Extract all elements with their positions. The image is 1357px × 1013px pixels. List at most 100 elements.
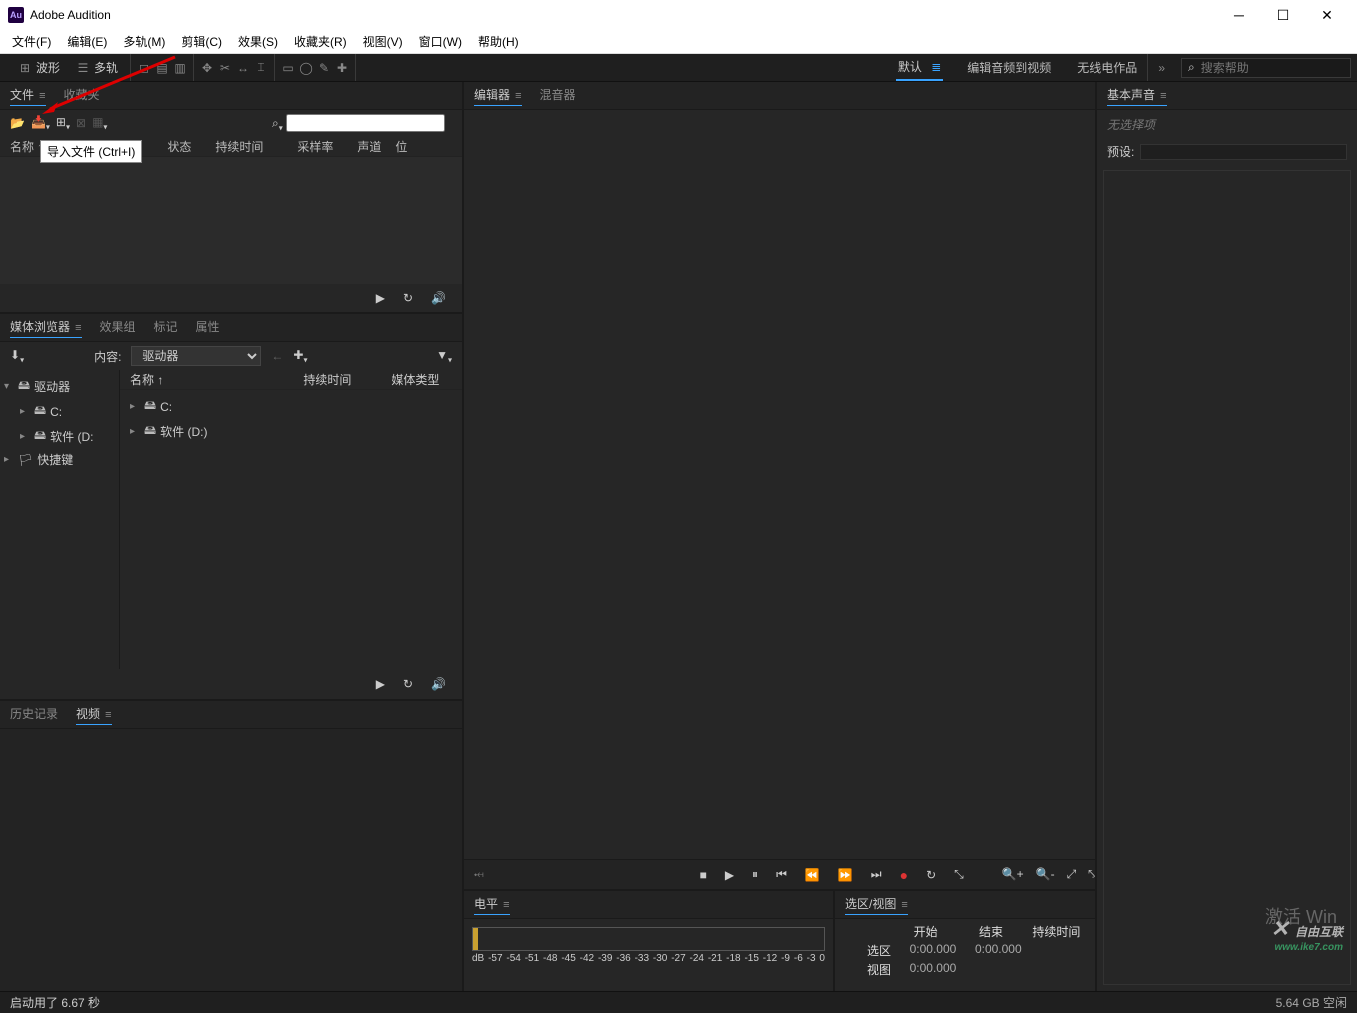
forward-button[interactable]: ⏩ bbox=[838, 868, 853, 882]
panel-menu-icon[interactable]: ≡ bbox=[500, 899, 509, 911]
pause-button[interactable]: ⏸ bbox=[752, 867, 758, 882]
slip-tool-icon[interactable]: ↔ bbox=[236, 61, 250, 75]
panel-menu-icon[interactable]: ≡ bbox=[102, 709, 111, 721]
window-minimize-button[interactable]: ─ bbox=[1217, 1, 1261, 29]
list-item[interactable]: ▸🖴C: bbox=[128, 394, 454, 419]
window-maximize-button[interactable]: ☐ bbox=[1261, 1, 1305, 29]
tab-markers[interactable]: 标记 bbox=[154, 318, 178, 337]
workspace-edit-audio-to-video[interactable]: 编辑音频到视频 bbox=[965, 55, 1053, 80]
hud-icon[interactable]: ◻ bbox=[137, 61, 151, 75]
panel-menu-icon[interactable]: ≡ bbox=[512, 90, 521, 102]
tab-essential-sound[interactable]: 基本声音 ≡ bbox=[1107, 86, 1167, 106]
menu-edit[interactable]: 编辑(E) bbox=[59, 30, 115, 53]
rewind-far-icon[interactable]: ⤟ bbox=[474, 867, 484, 882]
waveform-mode-button[interactable]: ⊞ 波形 bbox=[12, 57, 66, 78]
tab-media-browser[interactable]: 媒体浏览器 ≡ bbox=[10, 318, 82, 338]
tree-item[interactable]: ▾🖴驱动器 bbox=[2, 374, 117, 399]
loop-preview-icon[interactable]: ↻ bbox=[403, 291, 413, 305]
content-dropdown[interactable]: 驱动器 bbox=[131, 346, 261, 366]
multitrack-mode-button[interactable]: ☰ 多轨 bbox=[70, 57, 124, 78]
zoom-selection-icon[interactable]: ⤣ bbox=[1088, 867, 1095, 882]
play-preview-icon[interactable]: ▶ bbox=[376, 677, 385, 691]
help-search-input[interactable] bbox=[1201, 61, 1344, 75]
col-bit[interactable]: 位 bbox=[395, 138, 407, 155]
panel-menu-icon[interactable]: ≡ bbox=[72, 322, 81, 334]
col-name[interactable]: 名称 ↑ bbox=[130, 371, 163, 388]
tab-mixer[interactable]: 混音器 bbox=[540, 86, 576, 105]
loop-preview-icon[interactable]: ↻ bbox=[403, 677, 413, 691]
panel-menu-icon[interactable]: ≡ bbox=[898, 899, 907, 911]
col-media-type[interactable]: 媒体类型 bbox=[391, 371, 439, 388]
razor-tool-icon[interactable]: ✂ bbox=[218, 61, 232, 75]
sel-start-value[interactable]: 0:00.000 bbox=[895, 942, 956, 959]
panel-menu-icon[interactable]: ≡ bbox=[36, 90, 45, 102]
play-button[interactable]: ▶ bbox=[725, 868, 734, 882]
brush-tool-icon[interactable]: ✎ bbox=[317, 61, 331, 75]
workspace-overflow-button[interactable]: » bbox=[1147, 54, 1175, 81]
new-file-icon[interactable]: ⊞▾ bbox=[56, 115, 70, 131]
tab-levels[interactable]: 电平 ≡ bbox=[474, 895, 510, 915]
col-name[interactable]: 名称 ↑ bbox=[10, 138, 43, 155]
record-button[interactable]: ● bbox=[900, 867, 908, 883]
tree-item[interactable]: ▸🖴软件 (D: bbox=[2, 424, 117, 449]
heal-tool-icon[interactable]: ✚ bbox=[335, 61, 349, 75]
editor-canvas[interactable] bbox=[464, 110, 1095, 859]
tab-properties[interactable]: 属性 bbox=[196, 318, 220, 337]
open-file-icon[interactable]: 📂 bbox=[10, 116, 25, 130]
tab-effects-rack[interactable]: 效果组 bbox=[100, 318, 136, 337]
skip-selection-button[interactable]: ⤡ bbox=[954, 867, 964, 882]
files-search-input[interactable] bbox=[286, 114, 445, 132]
menu-help[interactable]: 帮助(H) bbox=[470, 30, 527, 53]
go-to-start-button[interactable]: ⏮ bbox=[776, 867, 787, 882]
files-search-box[interactable]: ⌕▾ bbox=[272, 114, 452, 132]
loop-button[interactable]: ↻ bbox=[926, 868, 936, 882]
col-sample-rate[interactable]: 采样率 bbox=[297, 138, 333, 155]
col-duration[interactable]: 持续时间 bbox=[215, 138, 263, 155]
col-channels[interactable]: 声道 bbox=[357, 138, 381, 155]
tree-item[interactable]: ▸🖴C: bbox=[2, 399, 117, 424]
tree-item[interactable]: ▸🏳快捷键 bbox=[2, 449, 117, 470]
zoom-out-icon[interactable]: 🔍- bbox=[1036, 867, 1055, 882]
tab-video[interactable]: 视频 ≡ bbox=[76, 705, 112, 725]
media-import-icon[interactable]: ⬇▾ bbox=[10, 348, 24, 364]
menu-file[interactable]: 文件(F) bbox=[4, 30, 59, 53]
add-shortcut-icon[interactable]: ✚▾ bbox=[293, 348, 307, 364]
tab-files[interactable]: 文件 ≡ bbox=[10, 86, 46, 106]
list-item[interactable]: ▸🖴软件 (D:) bbox=[128, 419, 454, 444]
tab-selection-view[interactable]: 选区/视图 ≡ bbox=[845, 895, 908, 915]
move-tool-icon[interactable]: ✥ bbox=[200, 61, 214, 75]
menu-view[interactable]: 视图(V) bbox=[355, 30, 411, 53]
sel-end-value[interactable]: 0:00.000 bbox=[960, 942, 1021, 959]
time-select-tool-icon[interactable]: ⌶ bbox=[254, 61, 268, 75]
view-start-value[interactable]: 0:00.000 bbox=[895, 961, 956, 978]
autoplay-icon[interactable]: 🔊 bbox=[431, 291, 446, 305]
tab-history[interactable]: 历史记录 bbox=[10, 705, 58, 724]
spectral-pitch-icon[interactable]: ▤ bbox=[155, 61, 169, 75]
lasso-tool-icon[interactable]: ◯ bbox=[299, 61, 313, 75]
workspace-default[interactable]: 默认 ≣ bbox=[896, 54, 943, 81]
menu-favorites[interactable]: 收藏夹(R) bbox=[286, 30, 355, 53]
rewind-button[interactable]: ⏪ bbox=[805, 868, 820, 882]
col-status[interactable]: 状态 bbox=[167, 138, 191, 155]
autoplay-icon[interactable]: 🔊 bbox=[431, 677, 446, 691]
play-preview-icon[interactable]: ▶ bbox=[376, 291, 385, 305]
tab-favorites[interactable]: 收藏夹 bbox=[64, 86, 100, 105]
go-to-end-button[interactable]: ⏭ bbox=[871, 867, 882, 882]
tab-editor[interactable]: 编辑器 ≡ bbox=[474, 86, 522, 106]
window-close-button[interactable]: ✕ bbox=[1305, 1, 1349, 29]
menu-effects[interactable]: 效果(S) bbox=[230, 30, 286, 53]
spectral-freq-icon[interactable]: ▥ bbox=[173, 61, 187, 75]
workspace-radio-production[interactable]: 无线电作品 bbox=[1075, 55, 1139, 80]
marquee-tool-icon[interactable]: ▭ bbox=[281, 61, 295, 75]
back-icon[interactable]: ← bbox=[271, 349, 283, 363]
zoom-full-icon[interactable]: ⤢ bbox=[1067, 867, 1077, 882]
menu-clip[interactable]: 剪辑(C) bbox=[173, 30, 230, 53]
menu-multitrack[interactable]: 多轨(M) bbox=[115, 30, 173, 53]
filter-icon[interactable]: ▼▾ bbox=[436, 348, 452, 364]
help-search-box[interactable]: ⌕ bbox=[1181, 58, 1351, 78]
panel-menu-icon[interactable]: ≡ bbox=[1157, 90, 1166, 102]
import-file-icon[interactable]: 📥▾ bbox=[31, 115, 50, 131]
col-duration[interactable]: 持续时间 bbox=[303, 371, 351, 388]
menu-window[interactable]: 窗口(W) bbox=[411, 30, 470, 53]
zoom-in-icon[interactable]: 🔍+ bbox=[1002, 867, 1024, 882]
